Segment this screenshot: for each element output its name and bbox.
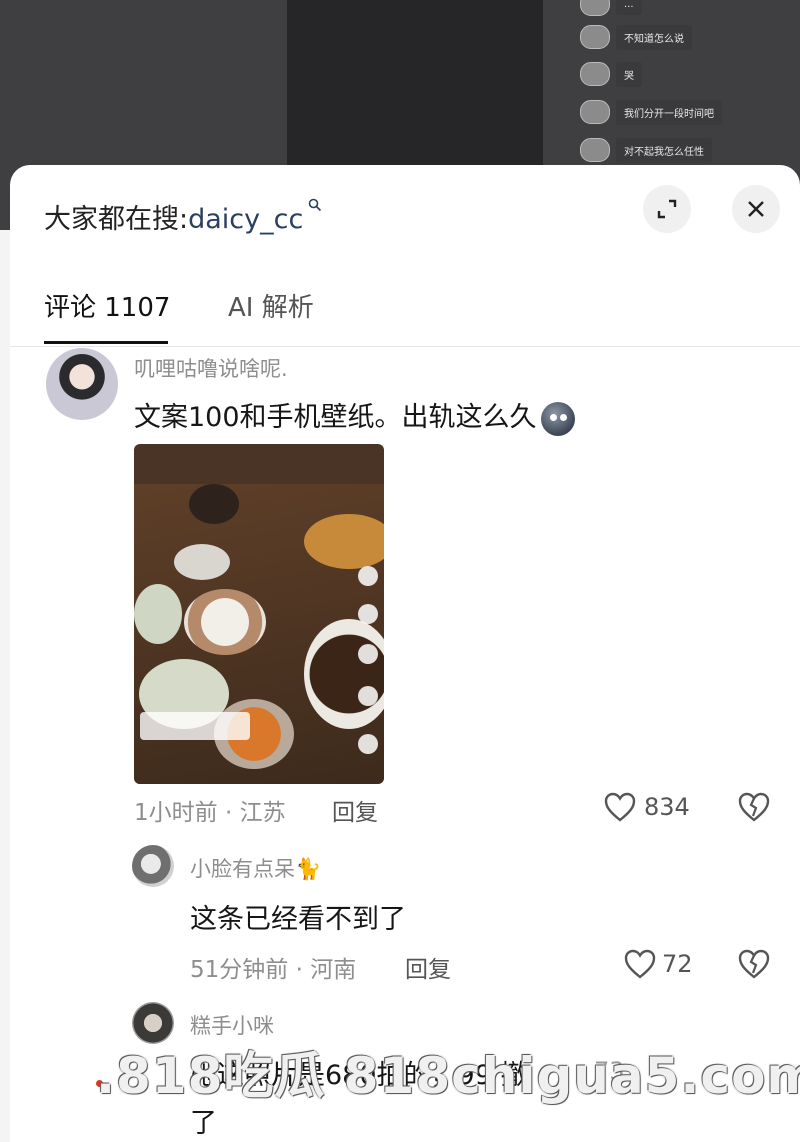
like-count: 834 xyxy=(644,793,690,821)
comment-text: 这条已经看不到了 xyxy=(190,904,406,935)
comment-username[interactable]: 小脸有点呆🐈 xyxy=(190,853,321,883)
avatar xyxy=(580,62,610,86)
comment-meta: 51分钟前 · 河南 xyxy=(190,957,357,983)
search-suggestion[interactable]: 大家都在搜:daicy_cc xyxy=(44,197,322,236)
search-prefix: 大家都在搜: xyxy=(44,204,189,235)
photo-share-icon xyxy=(358,734,378,754)
chat-row: 不知道怎么说 xyxy=(580,23,692,51)
photo-heart-icon xyxy=(358,604,378,624)
comment-image[interactable] xyxy=(134,444,384,784)
reply-button[interactable]: 回复 xyxy=(405,950,451,984)
close-button[interactable] xyxy=(732,185,780,233)
expand-button[interactable] xyxy=(643,185,691,233)
avatar xyxy=(580,138,610,162)
search-keyword[interactable]: daicy_cc xyxy=(188,204,303,235)
like-count: 72 xyxy=(662,950,693,978)
photo-plate xyxy=(134,584,182,644)
heart-icon[interactable] xyxy=(604,792,636,822)
photo-avatar-icon xyxy=(358,566,378,586)
site-watermark: .818吃瓜 818chigua5.com xyxy=(96,1047,800,1105)
chat-row: ... xyxy=(580,0,642,18)
avatar xyxy=(580,0,610,16)
tab-ai-analysis[interactable]: AI 解析 xyxy=(228,287,314,324)
photo-comment-icon xyxy=(358,644,378,664)
comment-meta: 1小时前 · 江苏 xyxy=(134,800,286,826)
chat-bubble: 不知道怎么说 xyxy=(616,24,692,50)
photo-star-icon xyxy=(358,686,378,706)
avatar xyxy=(580,25,610,49)
comments-sheet: 大家都在搜:daicy_cc 评论 1107 AI 解析 叽哩咕噜说啥呢. 文案… xyxy=(10,165,800,1142)
comment-text: 文案100和手机壁纸。出轨这么久 xyxy=(134,395,575,436)
photo-plate xyxy=(184,589,266,655)
chat-row: 我们分开一段时间吧 xyxy=(580,98,722,126)
chat-bubble: 对不起我怎么任性 xyxy=(616,137,712,163)
dislike-icon[interactable] xyxy=(738,949,770,979)
comment-text-content: 文案100和手机壁纸。出轨这么久 xyxy=(134,402,537,433)
close-icon xyxy=(748,201,764,217)
tab-divider xyxy=(10,346,800,347)
chat-bubble: 我们分开一段时间吧 xyxy=(616,99,722,125)
chat-row: 哭 xyxy=(580,60,642,88)
heart-icon[interactable] xyxy=(624,949,656,979)
chat-row: 对不起我怎么任性 xyxy=(580,136,712,164)
photo-plate xyxy=(304,514,384,569)
photo-plate xyxy=(189,484,239,524)
comment-username[interactable]: 叽哩咕噜说啥呢. xyxy=(134,353,288,383)
video-chat-screenshot: ... 不知道怎么说 哭 我们分开一段时间吧 对不起我怎么任性 xyxy=(287,0,722,170)
chat-bubble: ... xyxy=(616,0,642,15)
reply-button[interactable]: 回复 xyxy=(332,793,378,827)
expand-icon xyxy=(657,199,677,219)
avatar[interactable] xyxy=(46,348,118,420)
avatar xyxy=(580,100,610,124)
chat-bubble: 哭 xyxy=(616,61,642,87)
avatar[interactable] xyxy=(132,845,174,887)
search-icon xyxy=(303,197,322,216)
photo-location-tag xyxy=(140,712,250,740)
photo-plate xyxy=(304,619,384,729)
active-tab-indicator xyxy=(44,341,168,344)
emoji-icon xyxy=(540,401,575,436)
photo-plate xyxy=(174,544,230,580)
dislike-icon[interactable] xyxy=(738,792,770,822)
tab-comments[interactable]: 评论 1107 xyxy=(44,287,170,324)
